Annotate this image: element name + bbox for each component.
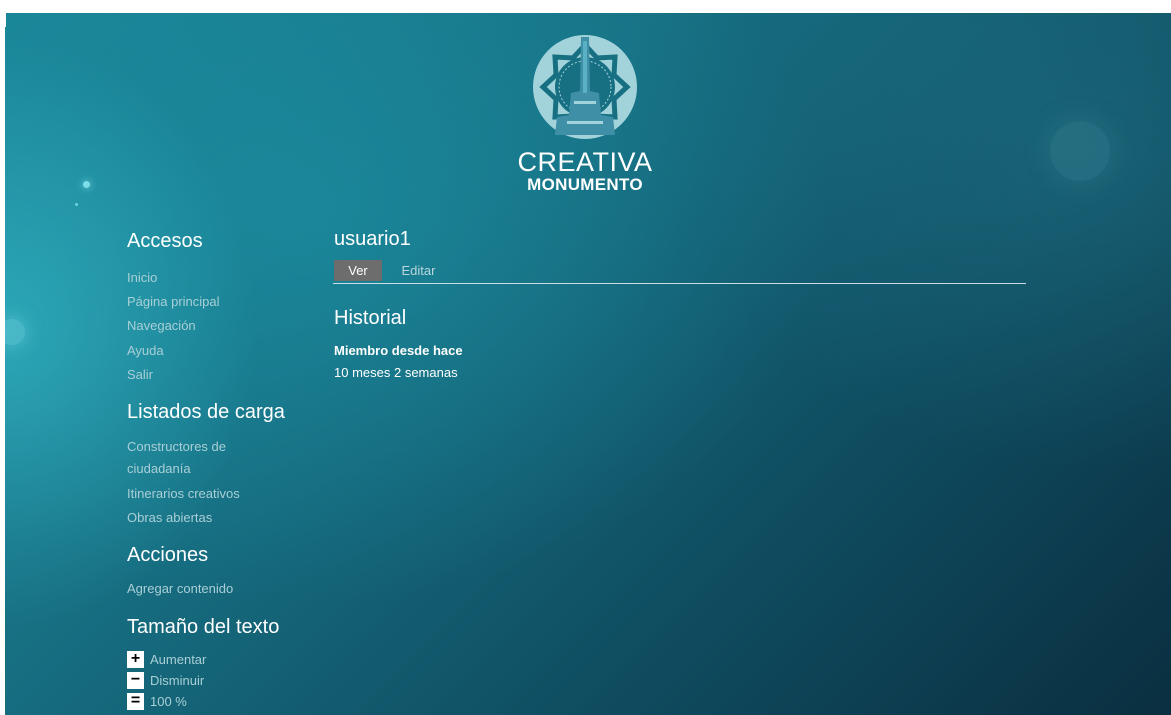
text-size-decrease[interactable]: − Disminuir [127,671,204,689]
bokeh-orb [5,319,25,345]
logo-title: CREATIVA [517,147,653,177]
bokeh-orb [83,181,90,188]
tab-ver[interactable]: Ver [334,260,382,281]
tab-editar[interactable]: Editar [391,260,446,281]
text-size-increase[interactable]: + Aumentar [127,650,206,668]
text-size-heading: Tamaño del texto [127,616,280,638]
equals-icon[interactable]: = [127,692,144,710]
sidebar-link-itinerarios[interactable]: Itinerarios creativos [127,483,240,505]
page-title: usuario1 [334,228,411,250]
listados-heading: Listados de carga [127,401,285,423]
text-size-increase-label[interactable]: Aumentar [150,652,206,667]
acciones-heading: Acciones [127,544,209,566]
site-logo[interactable]: CREATIVA MONUMENTO [505,31,675,201]
minus-icon[interactable]: − [127,671,144,689]
bokeh-orb [75,203,78,206]
accesos-heading: Accesos [127,230,203,252]
member-since-label: Miembro desde hace [334,343,463,358]
sidebar-link-salir[interactable]: Salir [127,364,153,386]
page-background: CREATIVA MONUMENTO Accesos Inicio Página… [5,13,1171,715]
sidebar-link-obras-abiertas[interactable]: Obras abiertas [127,507,212,529]
sidebar-link-pagina-principal[interactable]: Página principal [127,291,220,313]
plus-icon[interactable]: + [127,650,144,668]
text-size-reset[interactable]: = 100 % [127,692,187,710]
member-since-value: 10 meses 2 semanas [334,365,458,380]
history-heading: Historial [334,307,407,329]
monument-star-logo-icon [533,35,637,139]
sidebar-link-ayuda[interactable]: Ayuda [127,340,164,362]
sidebar-link-constructores[interactable]: Constructores de ciudadanía [127,436,247,480]
bokeh-orb [1050,121,1110,181]
sidebar-link-navegacion[interactable]: Navegación [127,315,196,337]
logo-subtitle: MONUMENTO [527,175,643,194]
text-size-reset-label[interactable]: 100 % [150,694,187,709]
text-size-decrease-label[interactable]: Disminuir [150,673,204,688]
text-cursor [5,13,6,27]
sidebar-link-agregar-contenido[interactable]: Agregar contenido [127,578,233,600]
profile-tabs: Ver Editar [333,260,1026,284]
sidebar-link-inicio[interactable]: Inicio [127,267,157,289]
